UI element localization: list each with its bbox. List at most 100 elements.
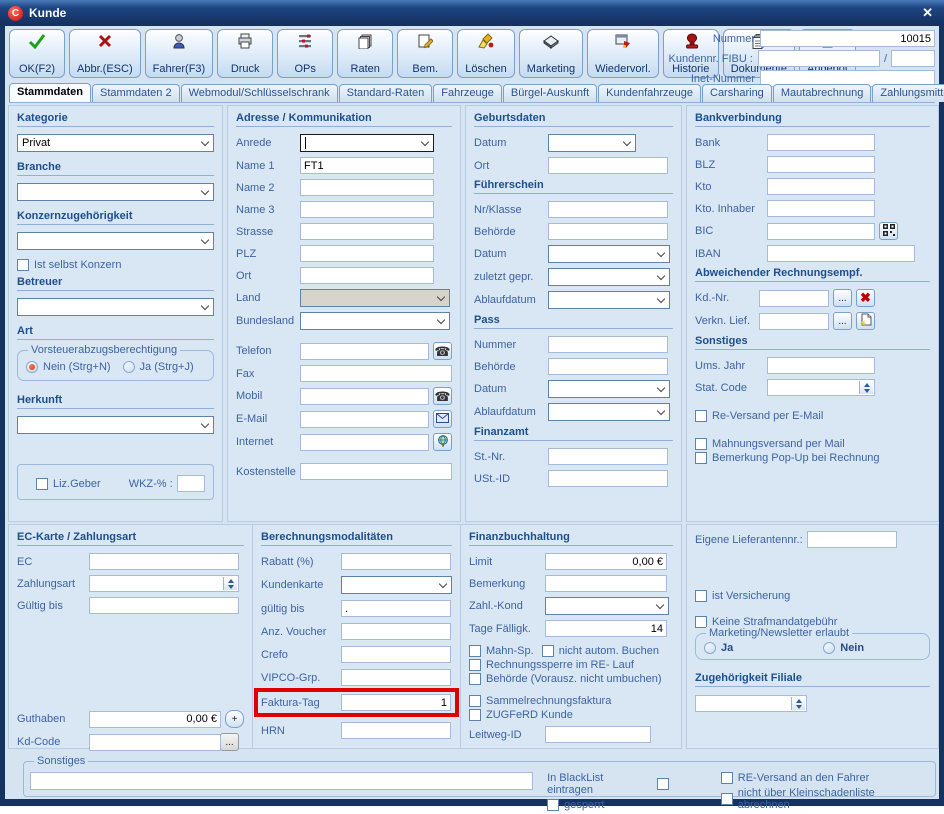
bic-lookup-button[interactable]	[879, 222, 898, 240]
fs-behoerde-field[interactable]	[548, 223, 668, 240]
sammelrechnung-checkbox[interactable]	[469, 695, 481, 707]
nummer-field[interactable]: 10015	[760, 30, 935, 47]
iban-field[interactable]	[767, 245, 915, 262]
dial-mobile-button[interactable]: ☎	[433, 387, 452, 405]
send-email-button[interactable]	[433, 410, 452, 428]
zahl-kond-select[interactable]	[545, 597, 669, 615]
ec-field[interactable]	[89, 553, 239, 570]
land-select[interactable]	[300, 289, 450, 307]
pass-behoerde-field[interactable]	[548, 358, 668, 375]
newsletter-nein-radio[interactable]	[823, 642, 835, 654]
vorsteuer-nein-radio[interactable]	[26, 361, 38, 373]
liz-geber-checkbox[interactable]	[36, 478, 48, 490]
ort-field[interactable]	[300, 267, 434, 284]
betreuer-select[interactable]	[17, 298, 214, 316]
verkn-lief-field[interactable]	[759, 313, 829, 330]
bemerkung-popup-checkbox[interactable]	[695, 452, 707, 464]
spinner-arrows-icon[interactable]	[859, 381, 873, 394]
nicht-autom-checkbox[interactable]	[542, 645, 554, 657]
kto-inhaber-field[interactable]	[767, 200, 875, 217]
vorsteuer-ja-radio[interactable]	[123, 361, 135, 373]
ums-jahr-field[interactable]	[767, 357, 875, 374]
fs-ablauf-select[interactable]	[548, 291, 670, 309]
ust-id-field[interactable]	[548, 470, 668, 487]
gueltig-bis-field[interactable]	[89, 597, 239, 614]
geburt-datum-select[interactable]	[548, 134, 636, 152]
wiedervorlage-button[interactable]: Wiedervorl.	[587, 29, 659, 78]
verkn-lief-browse-button[interactable]: ...	[833, 312, 852, 330]
strasse-field[interactable]	[300, 223, 434, 240]
close-icon[interactable]: ✕	[919, 5, 936, 21]
faktura-tag-field[interactable]: 1	[341, 694, 451, 711]
raten-button[interactable]: Raten	[337, 29, 393, 78]
dial-phone-button[interactable]: ☎	[433, 342, 452, 360]
re-versand-fahrer-checkbox[interactable]	[721, 772, 733, 784]
ok-button[interactable]: OK(F2)	[9, 29, 65, 78]
limit-field[interactable]: 0,00 €	[545, 553, 667, 570]
name2-field[interactable]	[300, 179, 434, 196]
gesperrt-checkbox[interactable]	[547, 799, 559, 811]
leitweg-id-field[interactable]	[545, 726, 651, 743]
crefo-field[interactable]	[341, 646, 451, 663]
stat-code-field[interactable]	[767, 379, 875, 396]
filiale-field[interactable]	[695, 695, 807, 712]
lieferantennr-field[interactable]	[807, 531, 897, 548]
fahrer-button[interactable]: Fahrer(F3)	[145, 29, 214, 78]
rabatt-field[interactable]	[341, 553, 451, 570]
cancel-button[interactable]: Abbr.(ESC)	[69, 29, 141, 78]
pass-nummer-field[interactable]	[548, 336, 668, 353]
kd-nr-clear-button[interactable]: ✖	[856, 289, 875, 307]
kategorie-select[interactable]: Privat	[17, 134, 214, 152]
re-versand-email-checkbox[interactable]	[695, 410, 707, 422]
name1-field[interactable]: FT1	[300, 157, 434, 174]
fibu-bemerkung-field[interactable]	[545, 575, 667, 592]
open-website-button[interactable]	[433, 433, 452, 451]
internet-field[interactable]	[300, 434, 429, 451]
kd-nr-browse-button[interactable]: ...	[833, 289, 852, 307]
guthaben-field[interactable]: 0,00 €	[89, 711, 221, 728]
fibu-field-1[interactable]	[758, 50, 880, 67]
sonstiges-text-field[interactable]	[30, 772, 533, 790]
kto-field[interactable]	[767, 178, 875, 195]
bemerkung-button[interactable]: Bem.	[397, 29, 453, 78]
spinner-arrows-icon[interactable]	[223, 577, 237, 590]
bic-field[interactable]	[767, 223, 875, 240]
fs-zuletzt-select[interactable]	[548, 268, 670, 286]
kleinschaden-checkbox[interactable]	[721, 793, 733, 805]
fs-datum-select[interactable]	[548, 245, 670, 263]
zahlungsart-field[interactable]	[89, 575, 239, 592]
mahn-sp-checkbox[interactable]	[469, 645, 481, 657]
geburt-ort-field[interactable]	[548, 157, 668, 174]
kd-code-field[interactable]	[89, 734, 221, 751]
st-nr-field[interactable]	[548, 448, 668, 465]
blacklist-checkbox[interactable]	[657, 778, 669, 790]
tab-mautabrechnung[interactable]: Mautabrechnung	[773, 84, 872, 102]
tab-standard-raten[interactable]: Standard-Raten	[339, 84, 433, 102]
kostenstelle-field[interactable]	[300, 463, 452, 480]
tab-stammdaten-2[interactable]: Stammdaten 2	[92, 84, 180, 102]
loeschen-button[interactable]: Löschen	[457, 29, 515, 78]
tab-webmodul[interactable]: Webmodul/Schlüsselschrank	[181, 84, 338, 102]
tab-fahrzeuge[interactable]: Fahrzeuge	[433, 84, 502, 102]
newsletter-ja-radio[interactable]	[704, 642, 716, 654]
kd-nr-field[interactable]	[759, 290, 829, 307]
rechnungssperre-checkbox[interactable]	[469, 659, 481, 671]
tage-faelligk-field[interactable]: 14	[545, 620, 667, 637]
konzern-select[interactable]	[17, 232, 214, 250]
plz-field[interactable]	[300, 245, 434, 262]
behoerde-checkbox[interactable]	[469, 673, 481, 685]
bank-field[interactable]	[767, 134, 875, 151]
branche-select[interactable]	[17, 183, 214, 201]
marketing-button[interactable]: Marketing	[519, 29, 583, 78]
pass-datum-select[interactable]	[548, 380, 670, 398]
mahnungsversand-checkbox[interactable]	[695, 438, 707, 450]
tab-zahlungsmittel[interactable]: Zahlungsmittel	[872, 84, 944, 102]
herkunft-select[interactable]	[17, 416, 214, 434]
bundesland-select[interactable]	[300, 312, 450, 330]
druck-button[interactable]: Druck	[217, 29, 273, 78]
mobil-field[interactable]	[300, 388, 429, 405]
anz-voucher-field[interactable]	[341, 623, 451, 640]
tab-buergel-auskunft[interactable]: Bürgel-Auskunft	[503, 84, 597, 102]
ist-versicherung-checkbox[interactable]	[695, 590, 707, 602]
tab-kundenfahrzeuge[interactable]: Kundenfahrzeuge	[598, 84, 701, 102]
